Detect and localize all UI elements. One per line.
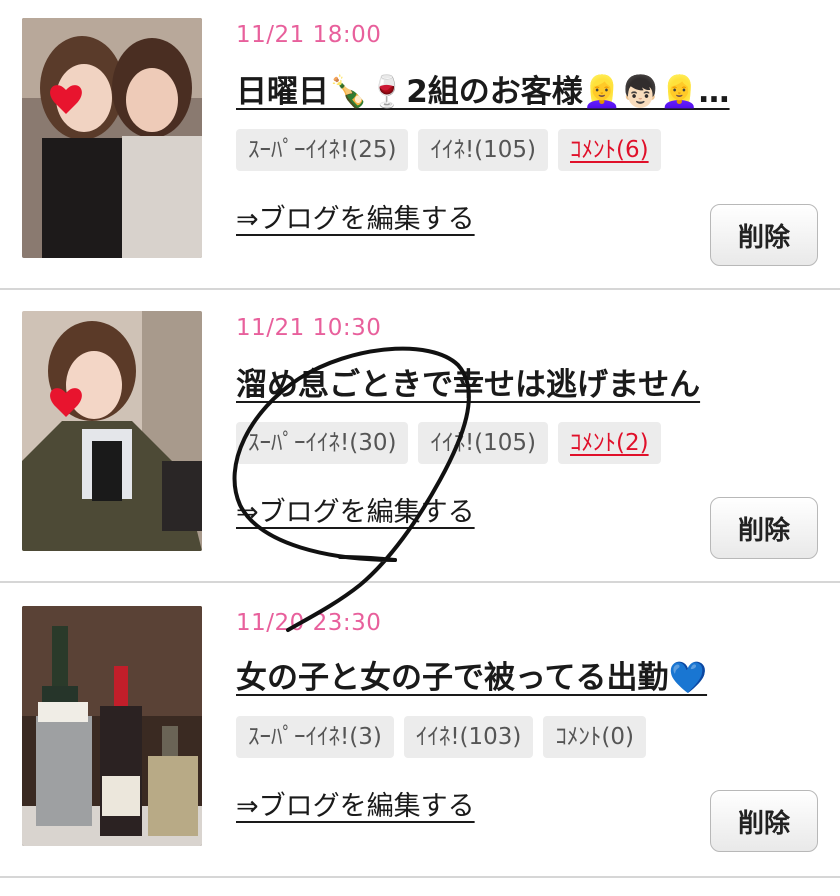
entry-title-link[interactable]: 女の子と女の子で被ってる出勤💙 [236,652,806,697]
entry-date: 11/21 10:30 [236,315,382,341]
delete-button[interactable]: 削除 [710,204,818,266]
blog-entry: 11/21 10:30 溜め息ごときで幸せは逃げません ｽｰﾊﾟｰｲｲﾈ!(30… [0,293,840,586]
entry-thumbnail[interactable] [22,311,202,551]
like-count[interactable]: ｲｲﾈ!(105) [418,129,549,171]
entry-date: 11/21 18:00 [236,22,382,48]
super-like-count[interactable]: ｽｰﾊﾟｰｲｲﾈ!(25) [236,129,409,171]
like-count[interactable]: ｲｲﾈ!(103) [403,716,534,758]
entry-reactions: ｽｰﾊﾟｰｲｲﾈ!(25) ｲｲﾈ!(105) ｺﾒﾝﾄ(6) [236,129,661,171]
blog-entry: 11/20 23:30 女の子と女の子で被ってる出勤💙 ｽｰﾊﾟｰｲｲﾈ!(3)… [0,586,840,879]
entry-title-link[interactable]: 溜め息ごときで幸せは逃げません [236,359,806,404]
photo-wine-bottles-image [22,606,202,846]
comment-count-link[interactable]: ｺﾒﾝﾄ(2) [558,422,661,464]
super-like-count[interactable]: ｽｰﾊﾟｰｲｲﾈ!(30) [236,422,409,464]
entry-thumbnail[interactable] [22,606,202,846]
edit-blog-link[interactable]: ⇒ブログを編集する [236,490,475,529]
edit-blog-link[interactable]: ⇒ブログを編集する [236,197,475,236]
delete-button[interactable]: 削除 [710,497,818,559]
photo-selfie-image [22,311,202,551]
comment-count[interactable]: ｺﾒﾝﾄ(0) [543,716,646,758]
entry-divider [0,581,840,583]
entry-reactions: ｽｰﾊﾟｰｲｲﾈ!(3) ｲｲﾈ!(103) ｺﾒﾝﾄ(0) [236,716,646,758]
entry-date: 11/20 23:30 [236,610,382,636]
entry-divider [0,876,840,878]
entry-divider [0,288,840,290]
like-count[interactable]: ｲｲﾈ!(105) [418,422,549,464]
entry-thumbnail[interactable] [22,18,202,258]
super-like-count[interactable]: ｽｰﾊﾟｰｲｲﾈ!(3) [236,716,394,758]
blog-entry: 11/21 18:00 日曜日🍾🍷2組のお客様👱‍♀️👦🏻👱‍♀️… ｽｰﾊﾟｰ… [0,0,840,293]
edit-blog-link[interactable]: ⇒ブログを編集する [236,784,475,823]
photo-two-women-image [22,18,202,258]
entry-reactions: ｽｰﾊﾟｰｲｲﾈ!(30) ｲｲﾈ!(105) ｺﾒﾝﾄ(2) [236,422,661,464]
comment-count-link[interactable]: ｺﾒﾝﾄ(6) [558,129,661,171]
delete-button[interactable]: 削除 [710,790,818,852]
entry-title-link[interactable]: 日曜日🍾🍷2組のお客様👱‍♀️👦🏻👱‍♀️… [236,66,806,111]
